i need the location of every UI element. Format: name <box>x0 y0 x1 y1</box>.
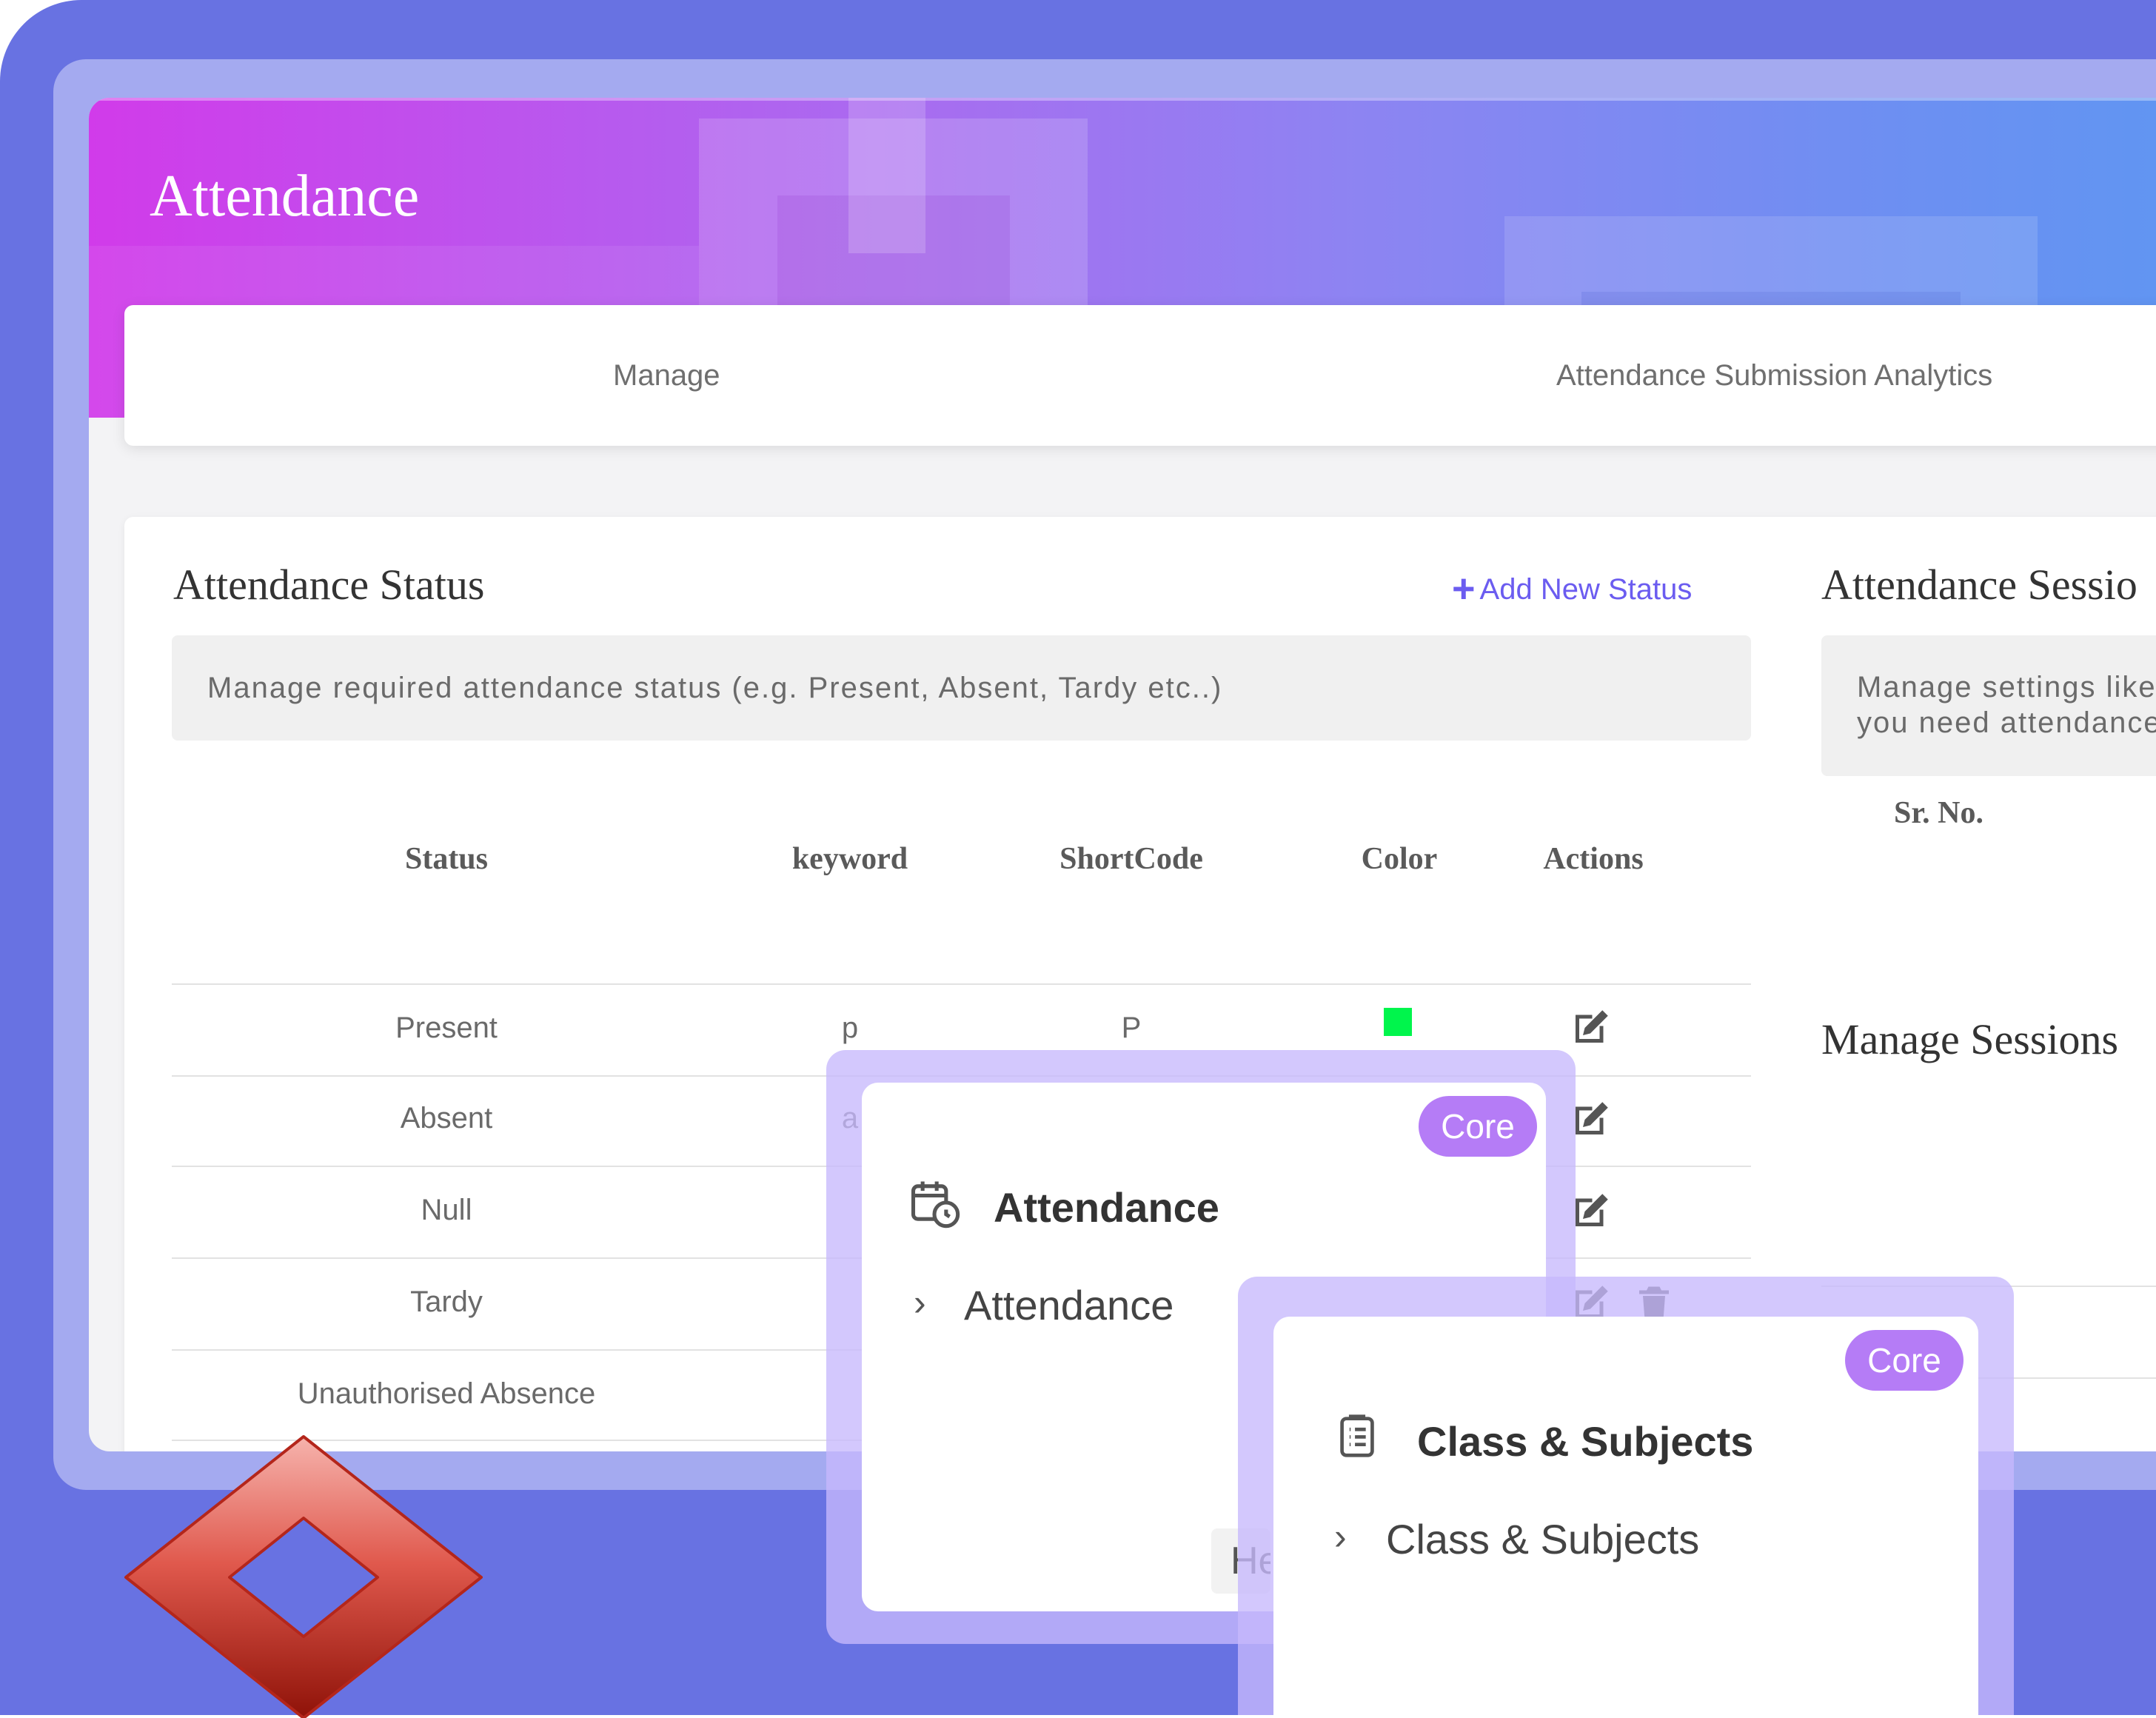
plus-icon: + <box>1452 566 1476 611</box>
attendance-module-link[interactable]: Attendance <box>964 1281 1174 1329</box>
status-cell: Null <box>421 1194 472 1226</box>
sessions-info-line-2: you need attendance <box>1857 706 2156 739</box>
status-cell: Absent <box>400 1102 493 1134</box>
column-header-shortcode: ShortCode <box>1059 842 1203 876</box>
status-info-box: Manage required attendance status (e.g. … <box>172 635 1751 741</box>
status-cell: Unauthorised Absence <box>297 1377 596 1410</box>
core-badge: Core <box>1419 1096 1537 1157</box>
class-subjects-module-card[interactable]: Core Class & Subjects › Class & Subjects <box>1273 1317 1978 1715</box>
column-header-actions: Actions <box>1543 842 1644 876</box>
tab-bar: Manage Attendance Submission Analytics <box>124 305 2156 446</box>
chevron-right-icon[interactable]: › <box>1334 1515 1347 1558</box>
core-badge: Core <box>1845 1330 1964 1391</box>
column-header-status: Status <box>404 842 489 876</box>
table-divider <box>172 983 1751 985</box>
status-cell: Present <box>395 1012 498 1044</box>
status-cell: Tardy <box>410 1286 483 1318</box>
diamond-logo-icon <box>124 1435 483 1718</box>
tab-manage[interactable]: Manage <box>613 305 720 446</box>
calendar-clock-icon <box>906 1174 962 1231</box>
shortcode-cell: P <box>1121 1012 1142 1044</box>
class-subjects-module-link[interactable]: Class & Subjects <box>1386 1515 1699 1563</box>
tab-attendance-submission-analytics[interactable]: Attendance Submission Analytics <box>1556 305 1992 446</box>
sessions-info-line-1: Manage settings like <box>1857 671 2156 703</box>
color-swatch <box>1384 1008 1412 1036</box>
column-header-sr-no: Sr. No. <box>1894 796 1983 830</box>
attendance-status-title: Attendance Status <box>173 561 485 609</box>
page-title: Attendance <box>150 164 420 229</box>
clipboard-list-icon <box>1331 1410 1383 1462</box>
edit-icon[interactable] <box>1568 1006 1613 1050</box>
header-top-line <box>89 98 2156 101</box>
add-new-status-label: Add New Status <box>1479 573 1693 606</box>
attendance-sessions-title: Attendance Sessio <box>1821 561 2137 609</box>
decor-square <box>848 98 925 253</box>
column-header-color: Color <box>1361 842 1438 876</box>
sessions-info-box: Manage settings like you need attendance <box>1821 635 2156 776</box>
column-header-keyword: keyword <box>791 842 908 876</box>
status-info-text: Manage required attendance status (e.g. … <box>207 672 1223 704</box>
class-subjects-module-title: Class & Subjects <box>1417 1418 1754 1465</box>
keyword-cell: p <box>841 1012 859 1044</box>
add-new-status-link[interactable]: + Add New Status <box>1452 566 1692 612</box>
manage-sessions-title: Manage Sessions <box>1821 1015 2119 1063</box>
attendance-module-title: Attendance <box>994 1184 1219 1231</box>
chevron-right-icon[interactable]: › <box>914 1281 926 1324</box>
